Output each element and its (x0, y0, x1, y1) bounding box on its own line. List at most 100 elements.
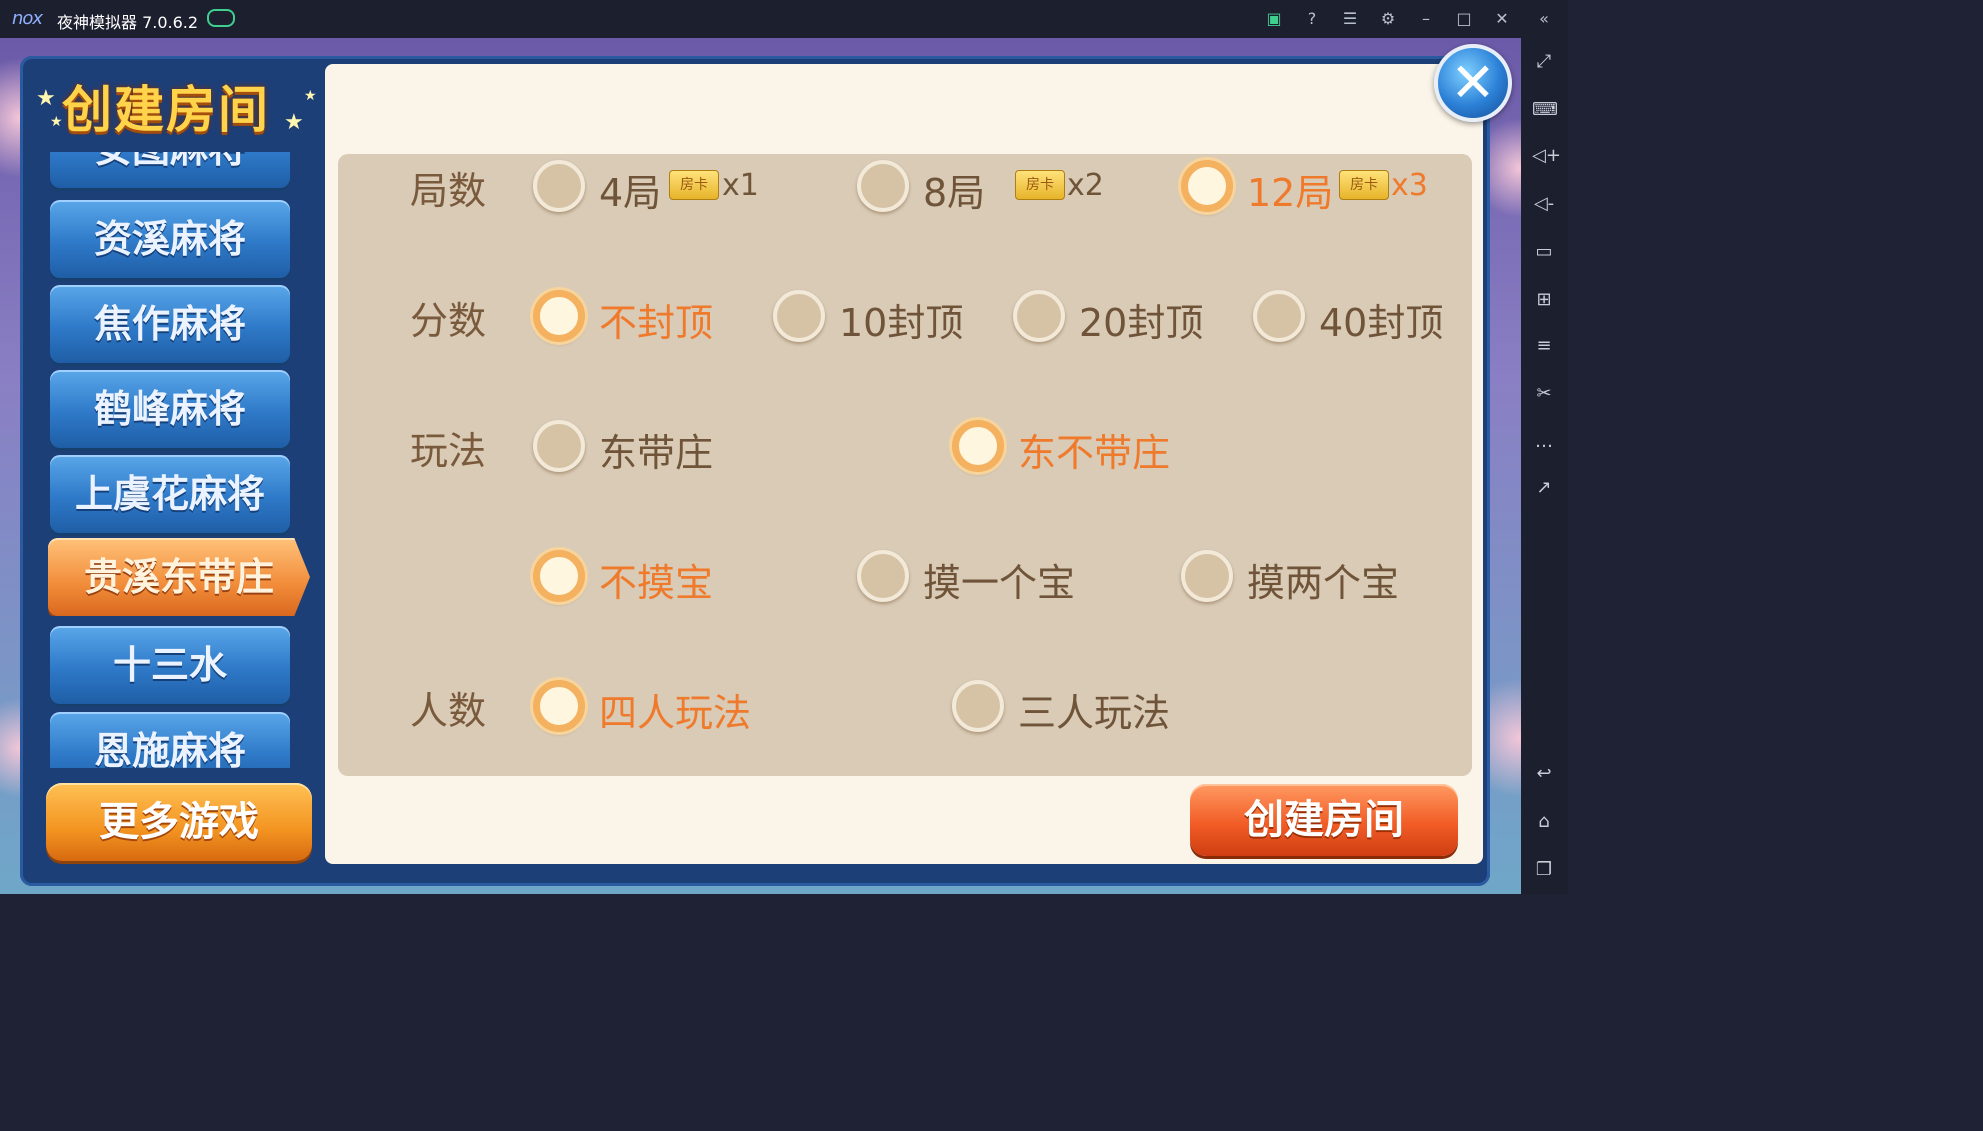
create-room-button[interactable]: 创建房间 (1190, 784, 1458, 856)
play-option-dong-bu-dai-zhuang[interactable]: 东不带庄 (952, 416, 1192, 475)
more-icon[interactable]: … (1532, 430, 1556, 454)
score-option-unlimited[interactable]: 不封顶 (533, 286, 733, 345)
star-icon: ★ (50, 114, 63, 130)
radio-button-selected[interactable] (533, 290, 585, 342)
room-card-icon: 房卡 (1015, 170, 1065, 200)
card-multiplier: x2 (1067, 168, 1104, 203)
game-list-item-label: 十三水 (112, 643, 227, 687)
game-list-item-label: 焦作麻将 (93, 302, 246, 346)
radio-button[interactable] (533, 420, 585, 472)
card-multiplier: x1 (722, 168, 759, 203)
close-dialog-button[interactable]: ✕ (1434, 44, 1512, 122)
star-icon: ★ (304, 88, 317, 104)
option-text: 不摸宝 (599, 561, 714, 605)
more-games-button[interactable]: 更多游戏 (46, 783, 312, 861)
help-icon[interactable]: ? (1301, 8, 1323, 30)
game-list-item-active[interactable]: 贵溪东带庄 (48, 538, 310, 616)
dialog-title: ★ ★ ★ ★ 创建房间 (22, 58, 322, 146)
radio-button-selected[interactable] (533, 550, 585, 602)
radio-button[interactable] (1013, 290, 1065, 342)
keyboard-icon[interactable]: ⌨ (1532, 98, 1558, 122)
option-text: 摸两个宝 (1247, 561, 1400, 605)
game-list-item[interactable]: 鹤峰麻将 (50, 370, 290, 448)
play-option-dong-dai-zhuang[interactable]: 东带庄 (533, 416, 733, 475)
close-window-icon[interactable]: ✕ (1491, 8, 1513, 30)
volume-up-icon[interactable]: ◁+ (1532, 144, 1561, 168)
score-option-10[interactable]: 10封顶 (773, 286, 973, 345)
radio-button[interactable] (952, 680, 1004, 732)
radio-button-selected[interactable] (533, 680, 585, 732)
option-text: 东带庄 (599, 431, 714, 475)
radio-button[interactable] (1253, 290, 1305, 342)
game-list-item[interactable]: 十三水 (50, 626, 290, 704)
radio-button-selected[interactable] (952, 420, 1004, 472)
multi-instance-icon[interactable]: ≡ (1532, 334, 1556, 358)
game-list-item-label: 贵溪东带庄 (83, 555, 274, 599)
game-list-item[interactable]: 安图麻将 (50, 152, 290, 188)
close-icon: ✕ (1450, 51, 1496, 114)
settings-icon[interactable]: ⚙ (1377, 8, 1399, 30)
window-title: 夜神模拟器 7.0.6.2 (57, 13, 199, 32)
rounds-option-12[interactable]: 12局 房卡 x3 (1181, 156, 1441, 215)
rounds-option-8[interactable]: 8局 房卡 x2 (857, 156, 1117, 215)
card-multiplier: x3 (1391, 168, 1428, 203)
phone-icon[interactable]: ▣ (1263, 8, 1285, 30)
emulator-toolbar: ⤢ ⌨ ◁+ ◁- ▭ ⊞ ≡ ✂ … ↗ ↩ ⌂ ❐ (1521, 38, 1568, 894)
recent-apps-icon[interactable]: ❐ (1532, 858, 1556, 882)
menu-icon[interactable]: ☰ (1339, 8, 1361, 30)
game-list[interactable]: 安图麻将 资溪麻将 焦作麻将 鹤峰麻将 上虞花麻将 贵溪东带庄 十三水 恩施麻将 (36, 152, 316, 768)
room-card-icon: 房卡 (669, 170, 719, 200)
collapse-icon[interactable]: « (1533, 8, 1555, 30)
home-icon[interactable]: ⌂ (1532, 810, 1556, 834)
option-text: 摸一个宝 (923, 561, 1076, 605)
score-option-20[interactable]: 20封顶 (1013, 286, 1213, 345)
radio-button[interactable] (773, 290, 825, 342)
nox-logo: nox (12, 8, 43, 29)
game-list-item[interactable]: 上虞花麻将 (50, 455, 290, 533)
radio-button[interactable] (857, 160, 909, 212)
game-list-item[interactable]: 资溪麻将 (50, 200, 290, 278)
minimize-icon[interactable]: – (1415, 8, 1437, 30)
game-list-item[interactable]: 焦作麻将 (50, 285, 290, 363)
more-games-label: 更多游戏 (99, 799, 259, 845)
star-icon: ★ (284, 110, 304, 135)
apk-install-icon[interactable]: ⊞ (1532, 288, 1556, 312)
radio-button[interactable] (533, 160, 585, 212)
radio-button[interactable] (1181, 550, 1233, 602)
back-icon[interactable]: ↩ (1532, 762, 1556, 786)
radio-button-selected[interactable] (1181, 160, 1233, 212)
game-list-item-label: 安图麻将 (50, 152, 290, 188)
bao-option-two[interactable]: 摸两个宝 (1181, 546, 1421, 605)
play-mode-label: 玩法 (410, 429, 487, 473)
maximize-icon[interactable]: □ (1453, 8, 1475, 30)
option-text: 20封顶 (1079, 301, 1204, 345)
game-list-item-label: 鹤峰麻将 (93, 387, 246, 431)
share-icon[interactable]: ↗ (1532, 476, 1556, 500)
screen-icon[interactable]: ▭ (1532, 240, 1556, 264)
option-text: 不封顶 (599, 301, 714, 345)
option-text: 4局 (599, 171, 662, 215)
radio-button[interactable] (857, 550, 909, 602)
gamepad-icon[interactable] (207, 9, 235, 27)
players-label: 人数 (410, 689, 487, 733)
dialog-title-text: 创建房间 (62, 81, 270, 139)
create-room-label: 创建房间 (1244, 797, 1404, 843)
option-text: 8局 (923, 171, 986, 215)
game-list-item[interactable]: 恩施麻将 (50, 712, 290, 768)
rounds-option-4[interactable]: 4局 房卡 x1 (533, 156, 773, 215)
bao-option-none[interactable]: 不摸宝 (533, 546, 733, 605)
screenshot-icon[interactable]: ✂ (1532, 382, 1556, 406)
players-option-four[interactable]: 四人玩法 (533, 676, 773, 735)
options-panel (338, 154, 1472, 776)
option-text: 三人玩法 (1018, 691, 1171, 735)
emulator-titlebar: nox 夜神模拟器 7.0.6.2 ▣ ? ☰ ⚙ – □ ✕ « (0, 0, 1568, 38)
volume-down-icon[interactable]: ◁- (1532, 192, 1556, 216)
fullscreen-icon[interactable]: ⤢ (1532, 50, 1556, 74)
score-option-40[interactable]: 40封顶 (1253, 286, 1453, 345)
players-option-three[interactable]: 三人玩法 (952, 676, 1192, 735)
option-text: 40封顶 (1319, 301, 1444, 345)
game-list-item-label: 资溪麻将 (93, 217, 246, 261)
bao-option-one[interactable]: 摸一个宝 (857, 546, 1097, 605)
score-label: 分数 (410, 299, 487, 343)
game-list-item-label: 上虞花麻将 (74, 472, 265, 516)
